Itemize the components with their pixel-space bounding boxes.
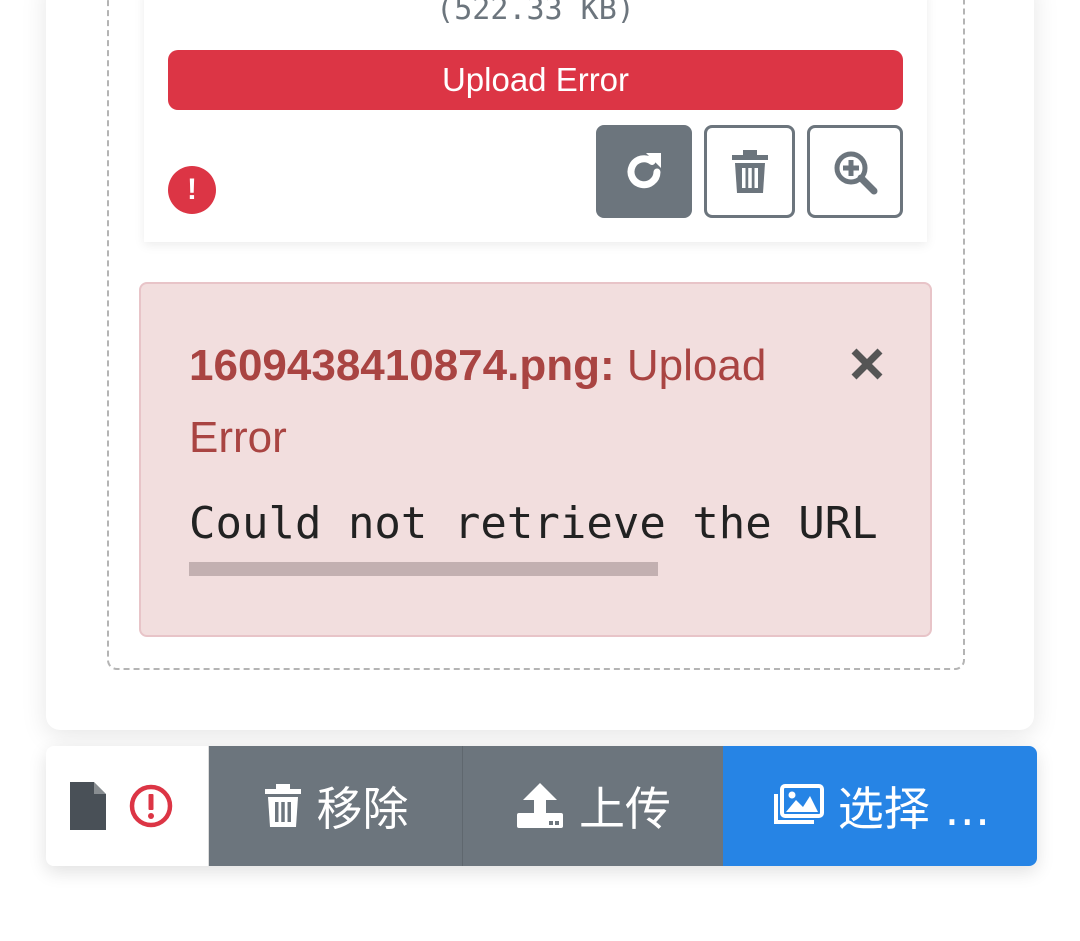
- upload-button-label: 上传: [579, 782, 671, 836]
- remove-file-button[interactable]: [704, 125, 795, 218]
- file-preview-thumbnail: (522.33 KB) Upload Error !: [144, 0, 927, 242]
- close-alert-button[interactable]: [845, 342, 889, 386]
- alert-message: Could not retrieve the URL: [189, 498, 878, 549]
- trash-icon: [264, 784, 301, 827]
- exclamation-circle-icon: !: [168, 166, 216, 214]
- alert-filename: 1609438410874.png:: [189, 341, 615, 390]
- retry-upload-button[interactable]: [596, 125, 692, 218]
- images-icon: [773, 784, 824, 824]
- exclamation-circle-icon: [129, 784, 173, 828]
- remove-button-label: 移除: [316, 782, 409, 836]
- file-icon: [70, 782, 106, 830]
- remove-button[interactable]: 移除: [208, 746, 462, 866]
- upload-status-bar: Upload Error: [168, 50, 903, 110]
- browse-button[interactable]: 选择 …: [723, 746, 1037, 866]
- upload-icon: [517, 783, 563, 828]
- horizontal-scrollbar[interactable]: [189, 562, 658, 576]
- alert-title: 1609438410874.png: Upload Error: [189, 330, 829, 474]
- file-input-toolbar: 移除 上传 选择 …: [46, 746, 1037, 866]
- zoom-in-icon: [834, 151, 878, 194]
- zoom-preview-button[interactable]: [807, 125, 903, 218]
- upload-button[interactable]: 上传: [462, 746, 723, 866]
- file-size: (522.33 KB): [436, 0, 635, 27]
- browse-button-label: 选择 …: [837, 782, 991, 836]
- redo-icon: [627, 152, 661, 188]
- close-icon: [851, 348, 883, 380]
- trash-icon: [731, 149, 768, 193]
- upload-error-alert: 1609438410874.png: Upload Error Could no…: [139, 282, 932, 637]
- file-caption[interactable]: [46, 746, 208, 866]
